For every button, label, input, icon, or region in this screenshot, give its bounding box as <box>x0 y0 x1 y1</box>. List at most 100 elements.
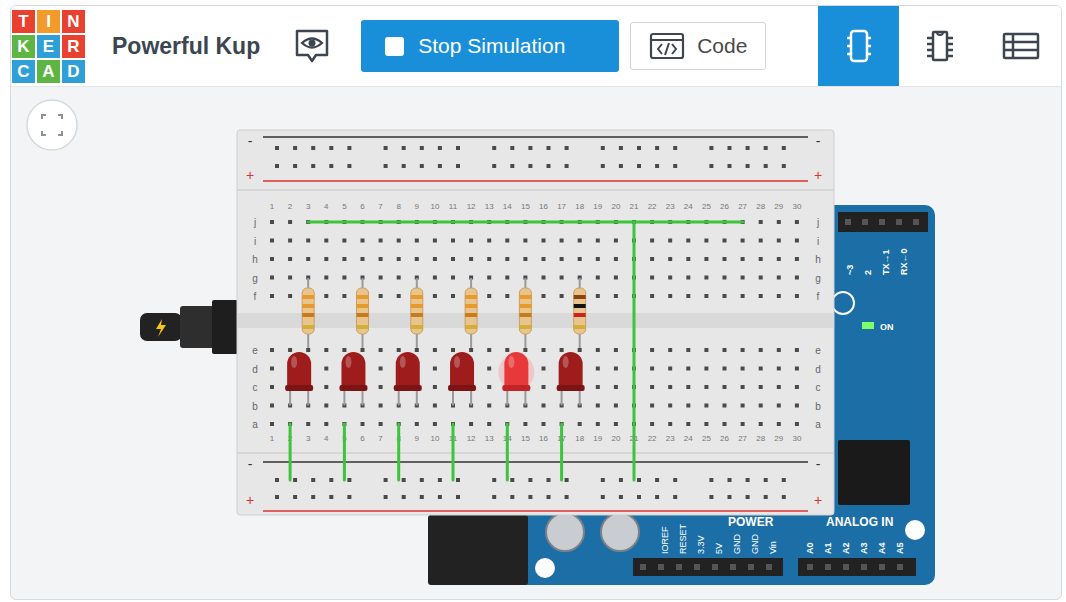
svg-text:4: 4 <box>324 434 329 443</box>
resistor[interactable] <box>574 278 586 348</box>
power-header <box>633 558 783 576</box>
svg-text:20: 20 <box>611 434 620 443</box>
view-tab[interactable] <box>899 6 980 86</box>
svg-text:11: 11 <box>449 202 458 211</box>
led[interactable] <box>448 352 476 406</box>
svg-text:26: 26 <box>720 434 729 443</box>
mounting-hole <box>905 520 925 540</box>
pin-label: A1 <box>823 542 833 554</box>
svg-text:22: 22 <box>648 202 657 211</box>
resistor[interactable] <box>519 278 531 348</box>
svg-text:g: g <box>252 273 258 284</box>
pin-label: ~3 <box>845 265 855 275</box>
circuit-view-icon <box>845 28 873 64</box>
view-tab[interactable] <box>818 6 899 86</box>
svg-text:i: i <box>817 236 819 247</box>
svg-text:j: j <box>816 217 819 228</box>
pin-label: Vin <box>768 541 778 554</box>
svg-text:29: 29 <box>774 202 783 211</box>
logo-tile: I <box>37 10 60 33</box>
svg-text:10: 10 <box>430 202 439 211</box>
fit-view-button[interactable] <box>27 100 77 150</box>
svg-text:j: j <box>253 217 256 228</box>
wire[interactable] <box>452 424 455 480</box>
wire[interactable] <box>633 222 636 480</box>
pin-label: IOREF <box>660 526 670 554</box>
svg-text:e: e <box>252 345 258 356</box>
svg-text:24: 24 <box>684 434 693 443</box>
view-tab[interactable] <box>980 6 1061 86</box>
svg-text:f: f <box>254 291 257 302</box>
svg-text:-: - <box>248 456 253 472</box>
svg-text:4: 4 <box>324 202 329 211</box>
pin-label: TX→1 <box>881 249 891 275</box>
svg-text:-: - <box>248 133 253 149</box>
svg-text:b: b <box>252 401 258 412</box>
wire[interactable] <box>289 424 292 480</box>
svg-text:15: 15 <box>521 434 530 443</box>
power-led <box>862 322 874 329</box>
svg-text:5: 5 <box>342 202 347 211</box>
svg-text:10: 10 <box>430 434 439 443</box>
circuit-canvas[interactable]: ~32TX→1RX←0ONPOWERANALOG INIOREFRESET3.3… <box>11 87 1061 599</box>
led[interactable] <box>339 352 367 406</box>
wire[interactable] <box>397 424 400 480</box>
fit-view-icon <box>42 115 62 135</box>
table-icon <box>1002 31 1040 61</box>
stop-simulation-button[interactable]: Stop Simulation <box>361 20 619 72</box>
pin-label: A2 <box>841 542 851 554</box>
svg-text:15: 15 <box>521 202 530 211</box>
project-title[interactable]: Powerful Kup <box>112 29 260 64</box>
lightning-icon <box>156 319 166 337</box>
svg-text:1: 1 <box>270 434 275 443</box>
svg-text:2: 2 <box>288 202 293 211</box>
svg-text:h: h <box>815 254 821 265</box>
led[interactable] <box>394 352 422 406</box>
circuit <box>285 222 742 480</box>
svg-text:30: 30 <box>792 202 801 211</box>
pin-label: RESET <box>678 523 688 554</box>
resistor[interactable] <box>465 278 477 348</box>
dc-jack <box>428 515 528 585</box>
svg-text:22: 22 <box>648 434 657 443</box>
resistor[interactable] <box>302 278 314 348</box>
pin-label: GND <box>750 534 760 555</box>
wire[interactable] <box>560 424 563 480</box>
power-label: POWER <box>728 515 774 529</box>
wire[interactable] <box>308 221 742 224</box>
pin-label: A3 <box>859 542 869 554</box>
svg-text:9: 9 <box>415 434 420 443</box>
logo-tile: R <box>62 35 85 58</box>
power-plug[interactable] <box>140 300 238 354</box>
pin-label: A4 <box>877 542 887 554</box>
workplane[interactable]: ~32TX→1RX←0ONPOWERANALOG INIOREFRESET3.3… <box>11 86 1061 599</box>
notes-button[interactable] <box>290 24 334 68</box>
wire[interactable] <box>506 424 509 480</box>
stop-icon <box>385 37 404 56</box>
code-button[interactable]: Code <box>630 22 766 70</box>
center-channel <box>237 313 834 328</box>
tinkercad-logo[interactable]: TINKERCAD <box>12 10 85 83</box>
svg-text:6: 6 <box>360 434 365 443</box>
svg-text:+: + <box>814 167 822 183</box>
svg-text:c: c <box>253 382 258 393</box>
svg-text:+: + <box>246 492 254 508</box>
svg-text:19: 19 <box>593 434 602 443</box>
capacitor <box>601 513 639 551</box>
resistor[interactable] <box>357 278 369 348</box>
svg-text:a: a <box>252 419 258 430</box>
led[interactable] <box>557 352 585 406</box>
svg-text:g: g <box>815 273 821 284</box>
svg-text:d: d <box>252 364 258 375</box>
svg-text:6: 6 <box>360 202 365 211</box>
mounting-hole <box>535 558 555 578</box>
led[interactable] <box>285 352 313 406</box>
breadboard[interactable]: -+-+-+-+11223344556677889910101111121213… <box>237 130 834 515</box>
resistor[interactable] <box>411 278 423 348</box>
wire[interactable] <box>343 424 346 480</box>
svg-text:3: 3 <box>306 202 311 211</box>
svg-text:28: 28 <box>756 202 765 211</box>
svg-text:1: 1 <box>270 202 275 211</box>
led[interactable] <box>498 352 534 406</box>
svg-text:27: 27 <box>738 434 747 443</box>
